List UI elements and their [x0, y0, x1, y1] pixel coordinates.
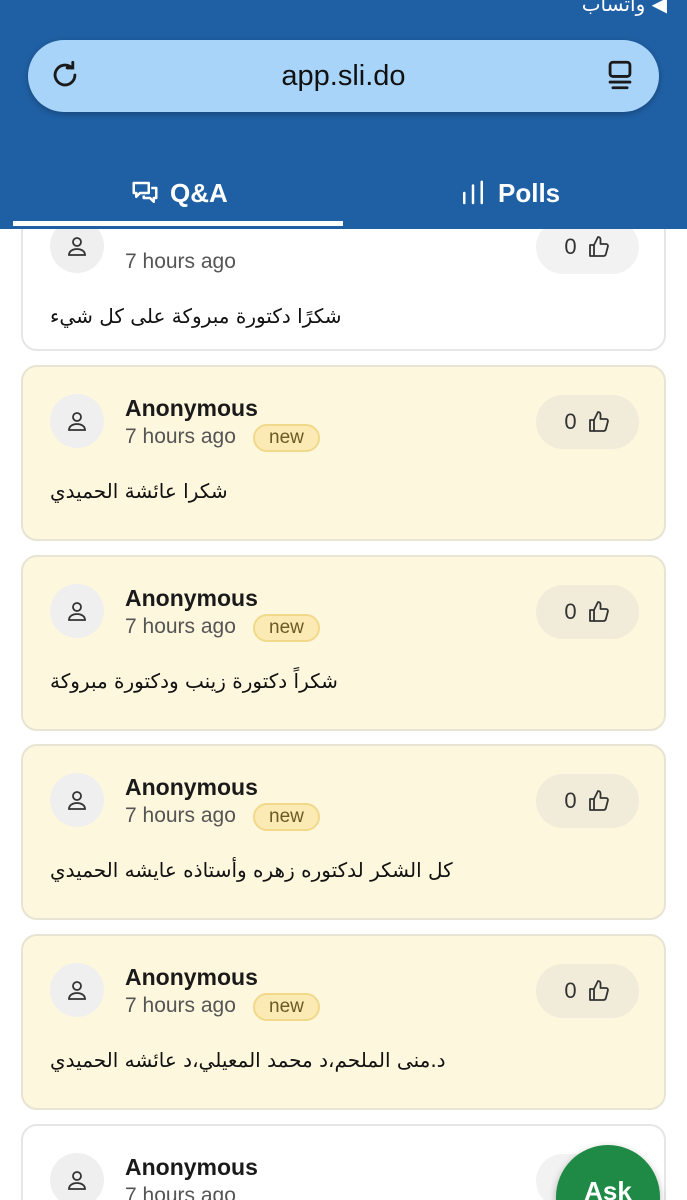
active-tab-indicator — [13, 221, 343, 226]
new-badge: new — [253, 803, 320, 831]
question-text: كل الشكر لدكتوره زهره وأستاذه عايشه الحم… — [50, 858, 453, 882]
question-time: 7 hours ago — [125, 250, 236, 273]
like-count: 0 — [564, 234, 577, 259]
question-card: Anonymous 7 hours ago new 0 شكراً دكتورة… — [21, 555, 666, 731]
question-text: د.منى الملحم،د محمد المعيلي،د عائشه الحم… — [50, 1048, 446, 1072]
thumbs-up-icon — [588, 601, 609, 622]
question-card: Anonymous 7 hours ago new 0 د.منى الملحم… — [21, 934, 666, 1110]
question-text: شكرًا دكتورة مبروكة على كل شيء — [50, 304, 342, 328]
user-icon — [68, 791, 86, 810]
address-bar[interactable]: app.sli.do — [28, 40, 659, 112]
tab-label: Q&A — [170, 177, 228, 208]
tab-label: Polls — [498, 177, 561, 208]
question-author: Anonymous — [125, 964, 258, 990]
like-count: 0 — [564, 409, 577, 434]
question-author: Anonymous — [125, 774, 258, 800]
like-count: 0 — [564, 599, 577, 624]
like-count: 0 — [564, 788, 577, 813]
question-text: شكراً دكتورة زينب ودكتورة مبروكة — [50, 669, 338, 693]
user-icon — [68, 412, 86, 431]
user-icon — [68, 237, 86, 256]
avatar — [50, 394, 104, 448]
question-author: Anonymous — [125, 395, 258, 421]
user-icon — [68, 1171, 86, 1190]
thumbs-up-icon — [588, 980, 609, 1001]
question-time: 7 hours ago — [125, 1184, 236, 1200]
tab-qa[interactable]: Q&A — [130, 170, 228, 216]
new-badge: new — [253, 424, 320, 452]
avatar — [50, 773, 104, 827]
user-icon — [68, 981, 86, 1000]
bar-chart-icon — [463, 180, 483, 205]
app-header: واتساب ◀ app.sli.do Q&A Polls — [0, 0, 687, 229]
like-button[interactable]: 0 — [536, 964, 639, 1018]
question-card: Anonymous 7 hours ago new 0 كل الشكر لدك… — [21, 744, 666, 920]
question-card: Anonymous 7 hours ago new 0 شكرا عائشة ا… — [21, 365, 666, 541]
tab-polls[interactable]: Polls — [458, 170, 560, 216]
thumbs-up-icon — [588, 236, 609, 257]
avatar — [50, 1153, 104, 1200]
like-button[interactable]: 0 — [536, 395, 639, 449]
like-count: 0 — [564, 978, 577, 1003]
reload-icon[interactable] — [48, 58, 82, 92]
thumbs-up-icon — [588, 790, 609, 811]
avatar — [50, 584, 104, 638]
back-app-label: واتساب — [581, 0, 646, 16]
new-badge: new — [253, 993, 320, 1021]
question-author: Anonymous — [125, 1154, 258, 1180]
slido-page: 7 hours ago 0 شكرًا دكتورة مبروكة على كل… — [0, 0, 687, 1200]
question-time: 7 hours ago — [125, 994, 236, 1017]
thumbs-up-icon — [588, 411, 609, 432]
user-icon — [68, 602, 86, 621]
question-time: 7 hours ago — [125, 804, 236, 827]
question-author: Anonymous — [125, 585, 258, 611]
chat-bubbles-icon — [132, 181, 158, 203]
question-time: 7 hours ago — [125, 425, 236, 448]
question-time: 7 hours ago — [125, 615, 236, 638]
like-button[interactable]: 0 — [536, 774, 639, 828]
back-to-app-link[interactable]: واتساب ◀ — [582, 0, 667, 16]
url-text: app.sli.do — [281, 60, 406, 92]
new-badge: new — [253, 614, 320, 642]
avatar — [50, 963, 104, 1017]
like-button[interactable]: 0 — [536, 585, 639, 639]
question-text: شكرا عائشة الحميدي — [50, 479, 228, 503]
tabs-overview-icon[interactable] — [603, 58, 637, 92]
